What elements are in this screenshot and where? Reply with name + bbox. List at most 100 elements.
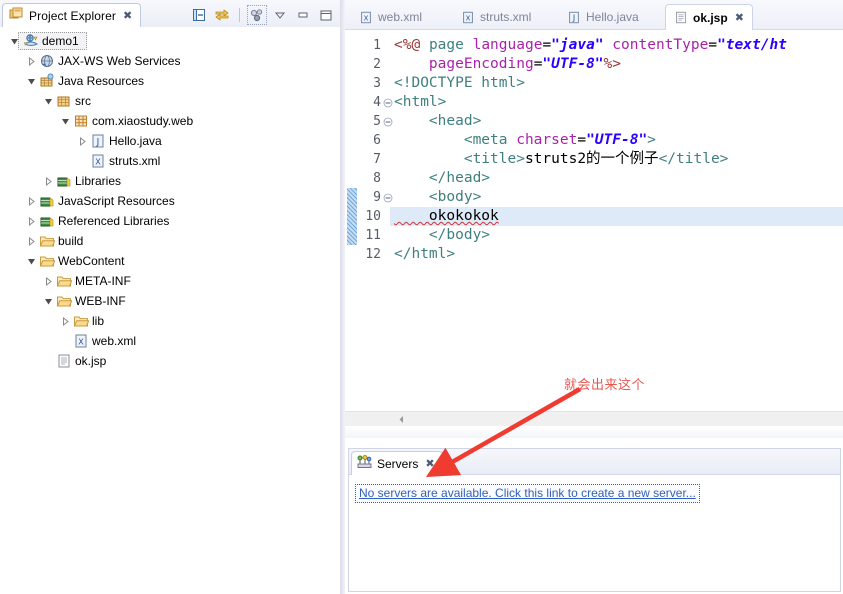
- tree-item-content[interactable]: Java Resources: [38, 73, 148, 89]
- create-new-server-link[interactable]: No servers are available. Click this lin…: [355, 484, 700, 503]
- tree-item-content[interactable]: JAX-WS Web Services: [38, 53, 184, 69]
- twisty-expanded-icon[interactable]: [42, 91, 55, 111]
- tree-item-content[interactable]: com.xiaostudy.web: [72, 113, 197, 129]
- code-token: "java": [551, 37, 604, 53]
- editor-tab-struts-xml[interactable]: Xstruts.xml: [453, 4, 539, 30]
- code-line-9[interactable]: <body>: [390, 188, 843, 207]
- tree-item-content[interactable]: Referenced Libraries: [38, 213, 173, 229]
- tree-item-hello-java[interactable]: J Hello.java: [0, 131, 340, 151]
- twisty-expanded-icon[interactable]: [25, 71, 38, 91]
- tree-item-demo1[interactable]: demo1: [0, 31, 340, 51]
- jsp-file-icon: [55, 353, 72, 369]
- tree-item-content[interactable]: WEB-INF: [55, 293, 130, 309]
- tree-item-web-xml[interactable]: Xweb.xml: [0, 331, 340, 351]
- twisty-collapsed-icon[interactable]: [76, 131, 89, 151]
- maximize-icon[interactable]: [318, 7, 334, 23]
- code-token: </title>: [658, 151, 729, 167]
- project-tree[interactable]: demo1 JAX-WS Web Services Java Resources sr…: [0, 27, 340, 594]
- code-token: pageEncoding: [428, 56, 534, 72]
- source-editor[interactable]: 1 2 3 4 5 6 7 8 9 10 11 12 <%@ page language="java"…: [345, 30, 843, 426]
- editor-horizontal-scrollbar[interactable]: [345, 411, 843, 426]
- tree-item-content[interactable]: demo1: [18, 32, 87, 50]
- close-icon[interactable]: ✖: [733, 12, 744, 23]
- tree-item-content[interactable]: Xweb.xml: [72, 333, 140, 349]
- tree-item-java-resources[interactable]: Java Resources: [0, 71, 340, 91]
- twisty-collapsed-icon[interactable]: [42, 171, 55, 191]
- tree-item-struts-xml[interactable]: Xstruts.xml: [0, 151, 340, 171]
- code-line-8[interactable]: </head>: [390, 169, 843, 188]
- library-icon: [38, 193, 55, 209]
- tree-item-ok-jsp[interactable]: ok.jsp: [0, 351, 340, 371]
- view-menu-icon[interactable]: [247, 5, 267, 25]
- close-icon[interactable]: ✖: [121, 10, 132, 21]
- tree-item-web-inf[interactable]: WEB-INF: [0, 291, 340, 311]
- code-line-2[interactable]: pageEncoding="UTF-8"%>: [390, 55, 843, 74]
- tree-item-content[interactable]: Xstruts.xml: [89, 153, 164, 169]
- code-token: =: [708, 37, 718, 53]
- tree-item-build[interactable]: build: [0, 231, 340, 251]
- tree-item-content[interactable]: lib: [72, 313, 108, 329]
- code-line-1[interactable]: <%@ page language="java" contentType="te…: [390, 36, 843, 55]
- code-token: "UTF-8": [542, 56, 604, 72]
- editor-area: Xweb.xml Xstruts.xml J Hello.java ok.jsp ✖ 12…: [345, 0, 843, 594]
- twisty-collapsed-icon[interactable]: [42, 271, 55, 291]
- code-line-10[interactable]: okokokok: [390, 207, 843, 226]
- collapse-all-icon[interactable]: [191, 7, 207, 23]
- link-with-editor-icon[interactable]: [214, 7, 230, 23]
- tree-item-content[interactable]: WebContent: [38, 253, 129, 269]
- code-line-4[interactable]: <html>: [390, 93, 843, 112]
- close-icon[interactable]: ✖: [423, 458, 434, 469]
- editor-tab-hello-java[interactable]: J Hello.java: [559, 4, 647, 30]
- tree-item-content[interactable]: JavaScript Resources: [38, 193, 179, 209]
- code-token: %>: [603, 56, 621, 72]
- folder-icon: [55, 273, 72, 289]
- code-line-5[interactable]: <head>: [390, 112, 843, 131]
- svg-text:X: X: [78, 338, 84, 347]
- library-icon: [38, 213, 55, 229]
- line-number: 12: [365, 247, 381, 262]
- code-line-11[interactable]: </body>: [390, 226, 843, 245]
- tree-item-content[interactable]: J Hello.java: [89, 133, 166, 149]
- code-line-12[interactable]: </html>: [390, 245, 843, 264]
- tree-item-meta-inf[interactable]: META-INF: [0, 271, 340, 291]
- tree-item-libraries[interactable]: Libraries: [0, 171, 340, 191]
- chevron-down-icon[interactable]: [272, 7, 288, 23]
- tree-item-referenced-libraries[interactable]: Referenced Libraries: [0, 211, 340, 231]
- folder-icon: [38, 233, 55, 249]
- editor-tab-web-xml[interactable]: Xweb.xml: [351, 4, 430, 30]
- tree-item-jax-ws-web-services[interactable]: JAX-WS Web Services: [0, 51, 340, 71]
- editor-tab-ok-jsp[interactable]: ok.jsp ✖: [665, 4, 753, 30]
- twisty-expanded-icon[interactable]: [25, 251, 38, 271]
- java-file-icon: J: [567, 10, 581, 25]
- servers-tab-label: Servers: [377, 456, 419, 471]
- code-line-6[interactable]: <meta charset="UTF-8">: [390, 131, 843, 150]
- code-line-7[interactable]: <title>struts2的一个例子</title>: [390, 150, 843, 169]
- twisty-collapsed-icon[interactable]: [25, 211, 38, 231]
- tree-item-content[interactable]: META-INF: [55, 273, 135, 289]
- twisty-expanded-icon[interactable]: [42, 291, 55, 311]
- tree-item-content[interactable]: Libraries: [55, 173, 125, 189]
- tree-item-lib[interactable]: lib: [0, 311, 340, 331]
- code-line-3[interactable]: <!DOCTYPE html>: [390, 74, 843, 93]
- tab-servers[interactable]: Servers ✖: [351, 451, 443, 475]
- tree-item-javascript-resources[interactable]: JavaScript Resources: [0, 191, 340, 211]
- code-token: charset: [516, 132, 578, 148]
- twisty-expanded-icon[interactable]: [59, 111, 72, 131]
- twisty-collapsed-icon[interactable]: [59, 311, 72, 331]
- tree-item-label: Java Resources: [58, 74, 145, 88]
- tree-item-src[interactable]: src: [0, 91, 340, 111]
- tree-item-content[interactable]: build: [38, 233, 87, 249]
- twisty-collapsed-icon[interactable]: [25, 191, 38, 211]
- java-file-icon: J: [89, 133, 106, 149]
- tree-item-com-xiaostudy-web[interactable]: com.xiaostudy.web: [0, 111, 340, 131]
- minimize-icon[interactable]: [295, 7, 311, 23]
- tree-item-content[interactable]: ok.jsp: [55, 353, 110, 369]
- tree-item-webcontent[interactable]: WebContent: [0, 251, 340, 271]
- scroll-left-arrow-icon[interactable]: [394, 412, 409, 426]
- twisty-collapsed-icon[interactable]: [25, 231, 38, 251]
- code-text[interactable]: <%@ page language="java" contentType="te…: [390, 30, 843, 426]
- tree-item-content[interactable]: src: [55, 93, 95, 109]
- code-token: contentType: [612, 37, 709, 53]
- twisty-collapsed-icon[interactable]: [25, 51, 38, 71]
- tab-project-explorer[interactable]: Project Explorer ✖: [2, 3, 142, 27]
